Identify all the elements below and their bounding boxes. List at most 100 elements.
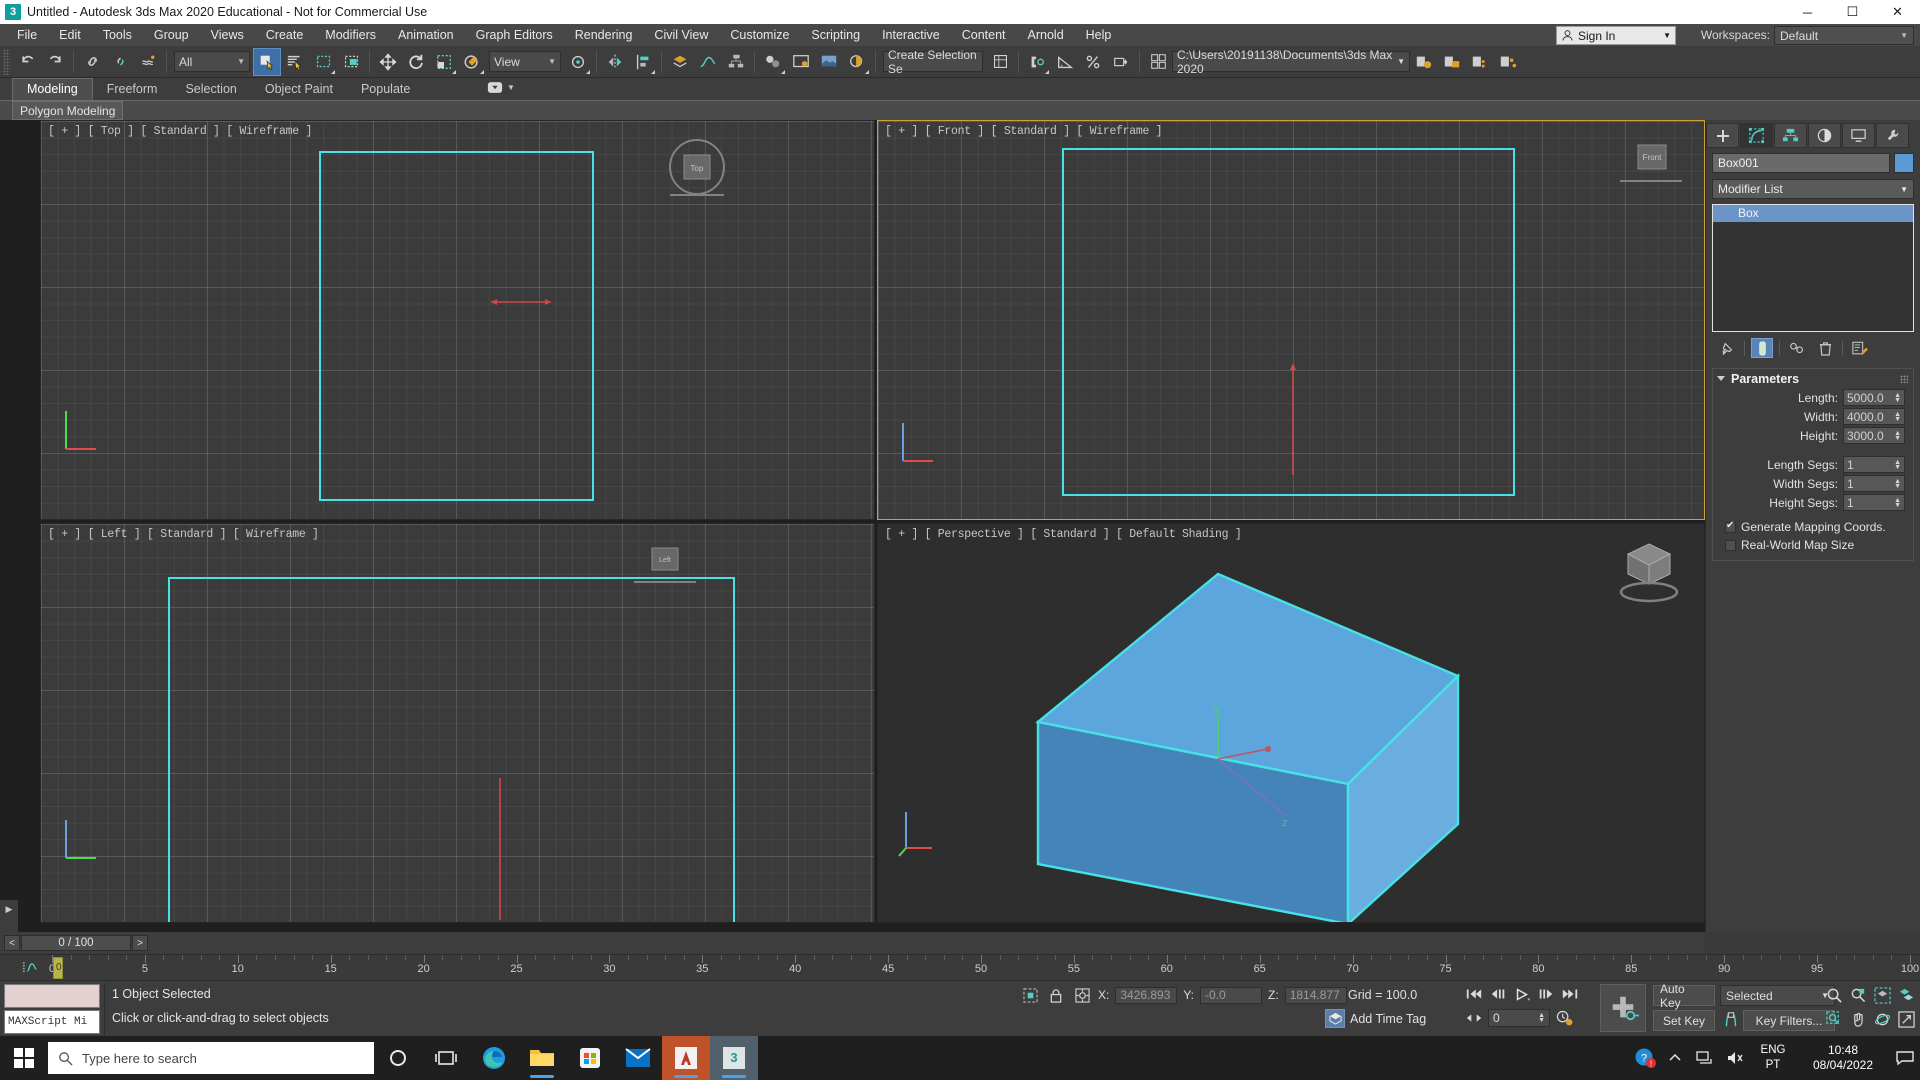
key-filter-mode-combo[interactable]: Selected ▼ bbox=[1720, 985, 1835, 1006]
maximize-icon[interactable]: ☐ bbox=[1830, 0, 1875, 24]
zoom-region-icon[interactable] bbox=[1822, 1007, 1846, 1031]
real-world-map-size-row[interactable]: Real-World Map Size bbox=[1713, 536, 1913, 560]
open-project-folder-icon[interactable] bbox=[1438, 48, 1466, 76]
modifier-stack-item-box[interactable]: Box bbox=[1713, 205, 1913, 222]
display-tab[interactable] bbox=[1842, 123, 1875, 148]
strip-expand-icon[interactable]: ▶ bbox=[0, 900, 18, 918]
selection-lock-icon[interactable] bbox=[1046, 985, 1066, 1005]
motion-tab[interactable] bbox=[1808, 123, 1841, 148]
previous-frame-icon[interactable] bbox=[1486, 983, 1509, 1005]
network-icon[interactable] bbox=[1690, 1036, 1720, 1080]
pan-view-icon[interactable] bbox=[1846, 1007, 1870, 1031]
microsoft-edge-icon[interactable] bbox=[470, 1036, 518, 1080]
render-production-icon[interactable] bbox=[843, 48, 871, 76]
render-setup-icon[interactable] bbox=[787, 48, 815, 76]
spinner-arrows-icon[interactable]: ▲ ▼ bbox=[1894, 392, 1901, 404]
maxscript-listener[interactable]: MAXScript Mi bbox=[4, 984, 100, 1034]
go-to-start-icon[interactable] bbox=[1462, 983, 1485, 1005]
ribbon-tab-selection[interactable]: Selection bbox=[171, 79, 250, 100]
project-nodes-icon[interactable] bbox=[1494, 48, 1522, 76]
selection-lock-region-icon[interactable] bbox=[1020, 985, 1040, 1005]
height-spinner[interactable]: 3000.0 ▲ ▼ bbox=[1843, 427, 1905, 444]
select-and-rotate-icon[interactable] bbox=[402, 48, 430, 76]
help-alert-icon[interactable]: ?! bbox=[1630, 1036, 1660, 1080]
reference-coordinate-combo[interactable]: View ▼ bbox=[489, 51, 561, 72]
menu-interactive[interactable]: Interactive bbox=[871, 25, 951, 45]
hierarchy-tab[interactable] bbox=[1774, 123, 1807, 148]
workspace-select[interactable]: Default ▼ bbox=[1774, 26, 1914, 45]
task-view-icon[interactable] bbox=[422, 1036, 470, 1080]
view-cube-top[interactable]: Top bbox=[658, 135, 736, 205]
taskbar-search-box[interactable]: Type here to search bbox=[48, 1042, 374, 1074]
spinner-arrows-icon[interactable]: ▲ ▼ bbox=[1894, 497, 1901, 509]
object-name-field[interactable]: Box001 bbox=[1712, 153, 1890, 173]
width-spinner[interactable]: 4000.0 ▲ ▼ bbox=[1843, 408, 1905, 425]
percent-snap-icon[interactable] bbox=[1079, 48, 1107, 76]
menu-civil-view[interactable]: Civil View bbox=[643, 25, 719, 45]
time-slider-handle[interactable]: 0 bbox=[53, 957, 63, 979]
spinner-snap-icon[interactable] bbox=[1107, 48, 1135, 76]
zoom-extents-all-icon[interactable] bbox=[1894, 983, 1918, 1007]
sign-in-button[interactable]: Sign In ▼ bbox=[1556, 26, 1676, 45]
select-by-name-icon[interactable] bbox=[281, 48, 309, 76]
time-configuration-icon[interactable] bbox=[1553, 1007, 1576, 1029]
length-spinner[interactable]: 5000.0 ▲ ▼ bbox=[1843, 389, 1905, 406]
width-segs-spinner[interactable]: 1 ▲ ▼ bbox=[1843, 475, 1905, 492]
ribbon-tab-object-paint[interactable]: Object Paint bbox=[251, 79, 347, 100]
named-selection-sets-icon[interactable] bbox=[986, 48, 1014, 76]
go-to-end-icon[interactable] bbox=[1558, 983, 1581, 1005]
menu-edit[interactable]: Edit bbox=[48, 25, 92, 45]
maxscript-mini-listener[interactable]: MAXScript Mi bbox=[4, 1010, 100, 1034]
next-frame-button[interactable]: > bbox=[132, 935, 148, 951]
language-indicator[interactable]: ENG PT bbox=[1750, 1043, 1796, 1073]
select-and-link-icon[interactable] bbox=[78, 48, 106, 76]
curve-editor-toggle-icon[interactable] bbox=[22, 960, 40, 978]
prev-frame-button[interactable]: < bbox=[4, 935, 20, 951]
cortana-icon[interactable] bbox=[374, 1036, 422, 1080]
select-and-scale-icon[interactable] bbox=[430, 48, 458, 76]
x-coordinate-field[interactable]: 3426.893 bbox=[1115, 986, 1178, 1004]
z-coordinate-field[interactable]: 1814.877 bbox=[1284, 986, 1347, 1004]
menu-modifiers[interactable]: Modifiers bbox=[314, 25, 387, 45]
set-keys-button[interactable] bbox=[1600, 984, 1646, 1032]
menu-animation[interactable]: Animation bbox=[387, 25, 465, 45]
toolbar-grip[interactable] bbox=[3, 48, 10, 75]
selection-filter-combo[interactable]: All ▼ bbox=[174, 51, 250, 72]
ribbon-tab-populate[interactable]: Populate bbox=[347, 79, 424, 100]
zoom-all-icon[interactable] bbox=[1846, 983, 1870, 1007]
ribbon-panel-title[interactable]: Polygon Modeling bbox=[12, 101, 124, 120]
remove-modifier-icon[interactable] bbox=[1814, 338, 1836, 358]
menu-group[interactable]: Group bbox=[143, 25, 200, 45]
generate-mapping-coords-row[interactable]: Generate Mapping Coords. bbox=[1713, 518, 1913, 536]
view-cube-left[interactable]: Left bbox=[626, 538, 704, 596]
zoom-icon[interactable] bbox=[1822, 983, 1846, 1007]
show-hidden-icons-chevron-up-icon[interactable] bbox=[1660, 1036, 1690, 1080]
menu-file[interactable]: File bbox=[6, 25, 48, 45]
real-world-map-size-checkbox[interactable] bbox=[1725, 539, 1736, 551]
play-animation-icon[interactable] bbox=[1510, 983, 1533, 1005]
ribbon-options-button[interactable]: ▼ bbox=[487, 81, 515, 94]
create-tab[interactable] bbox=[1706, 123, 1739, 148]
spinner-arrows-icon[interactable]: ▲ ▼ bbox=[1538, 1012, 1545, 1024]
object-color-swatch[interactable] bbox=[1894, 153, 1914, 173]
viewport-label-top[interactable]: [ + ] [ Top ] [ Standard ] [ Wireframe ] bbox=[48, 125, 312, 138]
rectangular-selection-region-icon[interactable] bbox=[309, 48, 337, 76]
show-end-result-icon[interactable] bbox=[1751, 338, 1773, 358]
menu-rendering[interactable]: Rendering bbox=[564, 25, 644, 45]
viewport-label-front[interactable]: [ + ] [ Front ] [ Standard ] [ Wireframe… bbox=[885, 125, 1163, 138]
utilities-tab[interactable] bbox=[1876, 123, 1909, 148]
file-explorer-icon[interactable] bbox=[518, 1036, 566, 1080]
use-pivot-point-center-icon[interactable] bbox=[564, 48, 592, 76]
bind-to-space-warp-icon[interactable] bbox=[134, 48, 162, 76]
zoom-extents-icon[interactable] bbox=[1870, 983, 1894, 1007]
viewport-label-left[interactable]: [ + ] [ Left ] [ Standard ] [ Wireframe … bbox=[48, 528, 319, 541]
microsoft-store-icon[interactable] bbox=[566, 1036, 614, 1080]
mirror-icon[interactable] bbox=[601, 48, 629, 76]
material-editor-icon[interactable] bbox=[759, 48, 787, 76]
redo-icon[interactable] bbox=[41, 48, 69, 76]
ribbon-tab-modeling[interactable]: Modeling bbox=[12, 78, 93, 100]
spinner-arrows-icon[interactable]: ▲ ▼ bbox=[1894, 411, 1901, 423]
align-icon[interactable] bbox=[629, 48, 657, 76]
edit-named-selection-icon[interactable] bbox=[1144, 48, 1172, 76]
menu-arnold[interactable]: Arnold bbox=[1017, 25, 1075, 45]
